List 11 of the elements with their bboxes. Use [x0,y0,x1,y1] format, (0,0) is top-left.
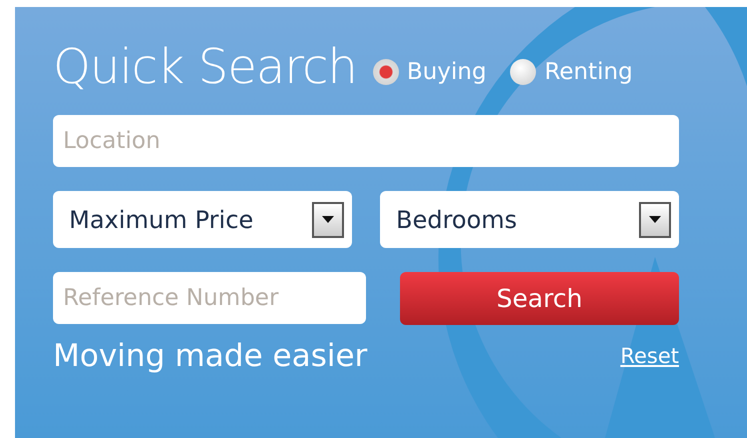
location-field[interactable]: Location [53,115,679,167]
reset-link[interactable]: Reset [620,340,679,372]
caret-icon [322,216,334,223]
reference-field[interactable]: Reference Number [53,272,366,324]
panel-title: Quick Search [53,39,357,97]
dropdown[interactable]: Maximum Price [53,191,352,248]
tagline: Moving made easier [53,337,368,376]
search-button[interactable]: Search [400,272,679,325]
radio-button[interactable] [372,59,399,85]
dropdown[interactable]: Bedrooms [380,191,679,248]
caret-icon [649,216,661,223]
